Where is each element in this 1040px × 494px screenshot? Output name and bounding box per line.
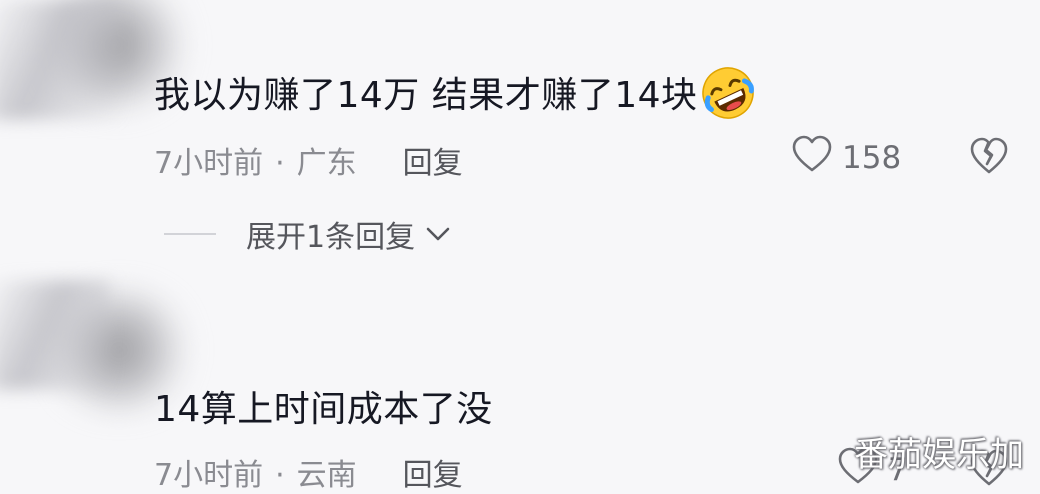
comment-list: 我以为赚了14万 结果才赚了14块 7小时前 · 广东 回复 158 展开1条回… xyxy=(0,0,1040,494)
reply-button[interactable]: 回复 xyxy=(403,458,463,493)
expand-replies-button[interactable]: 展开1条回复 xyxy=(164,212,451,256)
heart-icon xyxy=(790,134,842,182)
comment-location: 云南 xyxy=(296,458,357,493)
watermark: 番茄娱乐加 xyxy=(854,435,1024,475)
comment-location: 广东 xyxy=(296,146,357,181)
chevron-down-icon xyxy=(415,217,451,252)
comment-text: 我以为赚了14万 结果才赚了14块 xyxy=(154,66,756,125)
reply-button[interactable]: 回复 xyxy=(403,146,463,181)
avatar-blur xyxy=(0,280,110,390)
comment-text: 14算上时间成本了没 xyxy=(154,380,493,432)
meta-separator: · xyxy=(275,458,285,493)
comment-body: 我以为赚了14万 结果才赚了14块 xyxy=(154,75,698,116)
laughing-emoji-icon xyxy=(700,65,756,121)
meta-separator: · xyxy=(275,146,285,181)
dislike-button[interactable] xyxy=(968,136,1010,180)
comment-body: 14算上时间成本了没 xyxy=(154,389,493,430)
broken-heart-icon xyxy=(968,137,1010,180)
like-count: 158 xyxy=(842,140,902,176)
comment-meta: 7小时前 · 广东 回复 xyxy=(154,138,463,182)
comment-time: 7小时前 xyxy=(154,146,264,181)
avatar-blur xyxy=(0,0,120,120)
like-button[interactable]: 158 xyxy=(790,134,901,182)
comment-time: 7小时前 xyxy=(154,458,264,493)
comment-meta: 7小时前 · 云南 回复 xyxy=(154,450,463,494)
expand-label: 展开1条回复 xyxy=(246,220,416,255)
expand-divider xyxy=(164,233,216,235)
